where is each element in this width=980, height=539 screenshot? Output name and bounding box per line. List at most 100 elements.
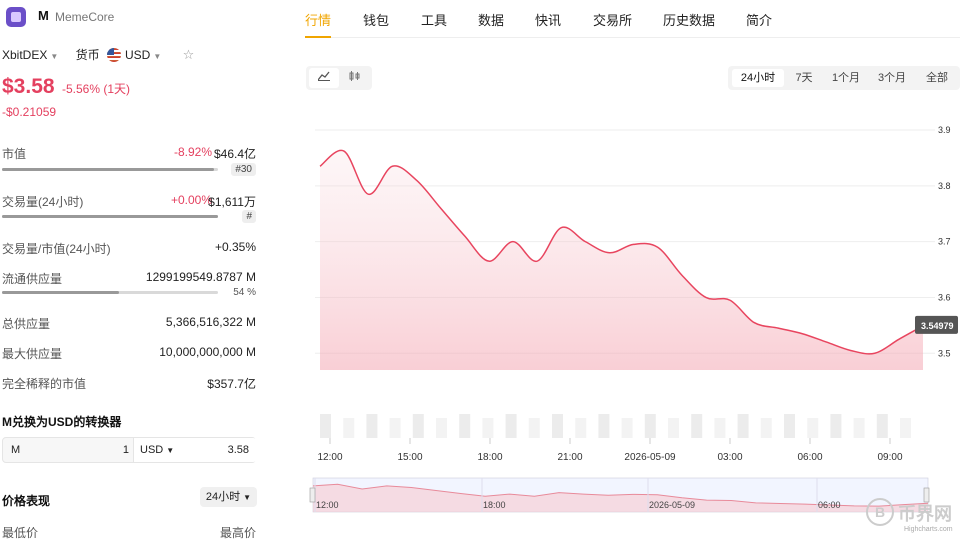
range-all[interactable]: 全部 <box>918 69 956 87</box>
chart-type-toggle <box>306 66 372 90</box>
fdv-value: $357.7亿 <box>207 377 256 391</box>
max-supply-label: 最大供应量 <box>2 347 63 361</box>
tab-intro[interactable]: 简介 <box>746 10 772 29</box>
performance-range-select[interactable]: 24小时 ▼ <box>200 487 257 507</box>
tab-history[interactable]: 历史数据 <box>663 10 715 29</box>
volume-bar <box>598 414 610 438</box>
volume-bar <box>482 418 494 438</box>
chevron-down-icon: ▼ <box>166 446 175 455</box>
y-tick-label: 3.8 <box>938 181 951 191</box>
us-flag-icon <box>106 48 121 62</box>
range-24h[interactable]: 24小时 <box>732 69 784 87</box>
volume-bar <box>412 414 424 438</box>
converter-amount-input[interactable]: 1 <box>103 438 133 462</box>
volume-bar <box>853 418 865 438</box>
tab-exchanges[interactable]: 交易所 <box>593 10 632 29</box>
market-cap-change: -8.92% <box>173 145 212 159</box>
low-price-label: 最低价 <box>2 526 39 539</box>
total-supply-label: 总供应量 <box>2 317 51 331</box>
time-range-selector: 24小时 7天 1个月 3个月 全部 <box>728 66 960 90</box>
volume-bar <box>668 418 679 438</box>
navigator-tick-label: 2026-05-09 <box>649 500 695 510</box>
watermark-text: 币界网 <box>898 504 952 524</box>
coin-logo <box>6 7 26 27</box>
volume-bar <box>621 418 633 438</box>
price-change-percent: -5.56% (1天) <box>62 82 131 96</box>
volume-value: $1,611万 <box>208 195 256 209</box>
main-tabs: 行情 钱包 工具 数据 快讯 交易所 历史数据 简介 <box>305 0 960 38</box>
vol-mcap-value: +0.35% <box>214 240 256 254</box>
star-icon[interactable]: ☆ <box>183 47 195 62</box>
tab-tools[interactable]: 工具 <box>421 10 447 29</box>
chart-credit: Highcharts.com <box>904 526 953 533</box>
y-tick-label: 3.6 <box>938 292 951 302</box>
last-price-value: 3.54979 <box>921 321 954 331</box>
vol-mcap-label: 交易量/市值(24小时) <box>2 242 111 256</box>
market-cap-rank: #30 <box>231 163 256 176</box>
coin-info-panel: M MemeCore XbitDEX ▼ 货币 USD ▼ ☆ $3.58 -5.5… <box>0 0 262 539</box>
y-tick-label: 3.5 <box>938 348 951 358</box>
fdv-label: 完全稀释的市值 <box>2 377 87 391</box>
tab-wallet[interactable]: 钱包 <box>363 10 389 29</box>
candlestick-icon[interactable] <box>340 68 370 88</box>
circulating-supply-label: 流通供应量 <box>2 272 63 286</box>
tab-data[interactable]: 数据 <box>478 10 504 29</box>
current-price: $3.58 <box>2 75 55 98</box>
circulating-supply-bar <box>2 291 218 294</box>
navigator-handle-left <box>309 487 316 503</box>
volume-change: +0.00% <box>170 193 212 207</box>
watermark: B 币界网 Highcharts.com <box>866 496 976 536</box>
volume-bar <box>784 414 795 438</box>
x-tick-label: 21:00 <box>557 452 582 463</box>
tab-market[interactable]: 行情 <box>305 10 331 29</box>
currency-select[interactable]: USD ▼ <box>103 48 161 62</box>
volume-bar <box>900 418 911 438</box>
volume-label: 交易量(24小时) <box>2 195 84 209</box>
volume-bar <box>691 414 703 438</box>
y-tick-label: 3.7 <box>938 237 951 247</box>
x-tick-label: 06:00 <box>797 452 822 463</box>
volume-bar <box>737 414 749 438</box>
volume-bar <box>320 414 331 438</box>
volume-bar <box>505 414 517 438</box>
range-3m[interactable]: 3个月 <box>872 69 912 87</box>
circulating-supply-value: 1299199549.8787 M <box>145 270 256 284</box>
volume-bar <box>760 418 772 438</box>
navigator-tick-label: 06:00 <box>818 500 841 510</box>
high-price-label: 最高价 <box>219 526 256 539</box>
volume-bar <box>830 414 842 438</box>
max-supply-value: 10,000,000,000 M <box>159 345 256 359</box>
converter-title: M兑换为USD的转换器 <box>2 415 122 429</box>
y-tick-label: 3.9 <box>938 125 951 135</box>
volume-bar <box>2 215 218 218</box>
watermark-logo-icon: B <box>866 498 894 526</box>
range-1m[interactable]: 1个月 <box>826 69 866 87</box>
volume-bar <box>343 418 355 438</box>
volume-bar <box>528 418 540 438</box>
coin-name: MemeCore <box>55 10 115 24</box>
x-tick-label: 12:00 <box>317 452 342 463</box>
price-area-fill <box>320 150 923 370</box>
volume-rank: # <box>242 210 256 223</box>
converter-to-box: USD ▼ 3.58 <box>133 438 257 462</box>
volume-bar <box>644 414 656 438</box>
converter-result: 3.58 <box>227 444 249 456</box>
x-tick-label: 09:00 <box>877 452 902 463</box>
converter-to-select[interactable]: USD ▼ <box>140 444 174 456</box>
volume-bar <box>436 418 447 438</box>
volume-bar <box>575 418 587 438</box>
price-chart[interactable]: 3.9 3.8 3.7 3.6 3.5 3.54979 12:00 15:00 18:00 21:… <box>305 120 975 539</box>
range-7d[interactable]: 7天 <box>788 69 820 87</box>
tab-news[interactable]: 快讯 <box>535 10 561 29</box>
market-cap-value: $46.4亿 <box>213 147 256 161</box>
total-supply-value: 5,366,516,322 M <box>165 315 256 329</box>
exchange-select[interactable]: XbitDEX ▼ <box>2 48 58 62</box>
chevron-down-icon: ▼ <box>50 52 59 61</box>
x-tick-label: 03:00 <box>717 452 742 463</box>
performance-title: 价格表现 <box>2 494 51 508</box>
volume-bar <box>552 414 563 438</box>
line-chart-icon[interactable] <box>309 68 339 88</box>
navigator-tick-label: 18:00 <box>483 500 506 510</box>
navigator-tick-label: 12:00 <box>316 500 339 510</box>
converter-box: M 1 USD ▼ 3.58 <box>2 437 257 463</box>
